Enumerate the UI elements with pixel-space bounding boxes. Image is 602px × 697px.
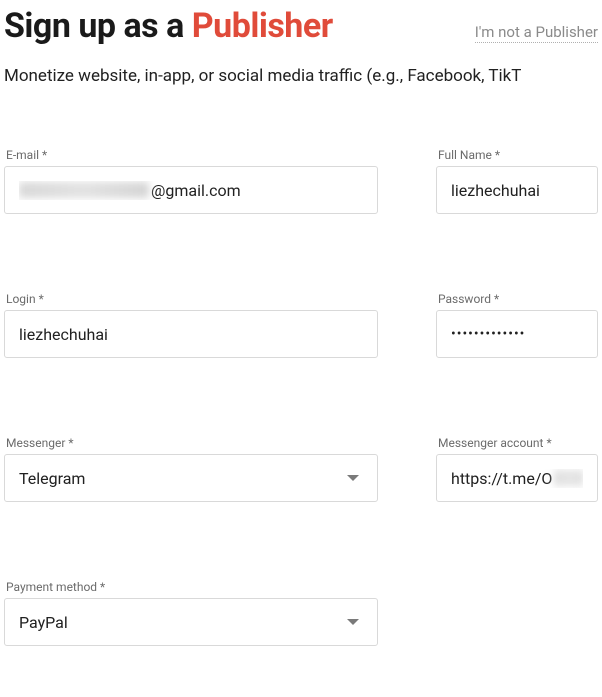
- not-publisher-link[interactable]: I'm not a Publisher: [475, 23, 598, 43]
- messenger-value: Telegram: [19, 469, 347, 488]
- login-value[interactable]: [19, 325, 363, 344]
- messenger-account-value: https://t.me/O: [451, 469, 583, 488]
- fullname-value[interactable]: [451, 181, 583, 200]
- email-input[interactable]: @gmail.com: [4, 166, 378, 214]
- form-row-4: Payment method * PayPal: [4, 580, 598, 646]
- fullname-label: Full Name *: [436, 148, 598, 162]
- messenger-select[interactable]: Telegram: [4, 454, 378, 502]
- messenger-account-label: Messenger account *: [436, 436, 598, 450]
- payment-value: PayPal: [19, 613, 347, 632]
- fullname-field-wrap: Full Name *: [436, 148, 598, 214]
- login-label: Login *: [4, 292, 378, 306]
- title-prefix: Sign up as a: [4, 6, 192, 46]
- messenger-account-prefix: https://t.me/O: [451, 469, 552, 488]
- signup-form-container: Sign up as a Publisher I'm not a Publish…: [0, 6, 602, 646]
- form-row-1: E-mail * @gmail.com Full Name *: [4, 148, 598, 214]
- fullname-input[interactable]: [436, 166, 598, 214]
- email-field-wrap: E-mail * @gmail.com: [4, 148, 378, 214]
- redacted-box: [19, 182, 149, 198]
- email-suffix: @gmail.com: [151, 181, 241, 200]
- email-value-obscured: @gmail.com: [19, 181, 241, 200]
- email-label: E-mail *: [4, 148, 378, 162]
- payment-label: Payment method *: [4, 580, 378, 594]
- page-subtitle: Monetize website, in-app, or social medi…: [4, 66, 598, 86]
- title-accent: Publisher: [192, 6, 333, 46]
- chevron-down-icon: [347, 475, 359, 481]
- form-row-3: Messenger * Telegram Messenger account *…: [4, 436, 598, 502]
- form: E-mail * @gmail.com Full Name * Login *: [4, 148, 598, 646]
- messenger-field-wrap: Messenger * Telegram: [4, 436, 378, 502]
- login-field-wrap: Login *: [4, 292, 378, 358]
- login-input[interactable]: [4, 310, 378, 358]
- form-row-2: Login * Password * •••••••••••••: [4, 292, 598, 358]
- messenger-label: Messenger *: [4, 436, 378, 450]
- password-label: Password *: [436, 292, 598, 306]
- payment-field-wrap: Payment method * PayPal: [4, 580, 378, 646]
- redacted-box: [554, 470, 583, 486]
- password-input[interactable]: •••••••••••••: [436, 310, 598, 358]
- messenger-account-field-wrap: Messenger account * https://t.me/O: [436, 436, 598, 502]
- page-title: Sign up as a Publisher: [4, 6, 333, 46]
- password-field-wrap: Password * •••••••••••••: [436, 292, 598, 358]
- messenger-account-input[interactable]: https://t.me/O: [436, 454, 598, 502]
- chevron-down-icon: [347, 619, 359, 625]
- password-masked: •••••••••••••: [451, 326, 525, 342]
- payment-select[interactable]: PayPal: [4, 598, 378, 646]
- page-header: Sign up as a Publisher I'm not a Publish…: [4, 6, 598, 46]
